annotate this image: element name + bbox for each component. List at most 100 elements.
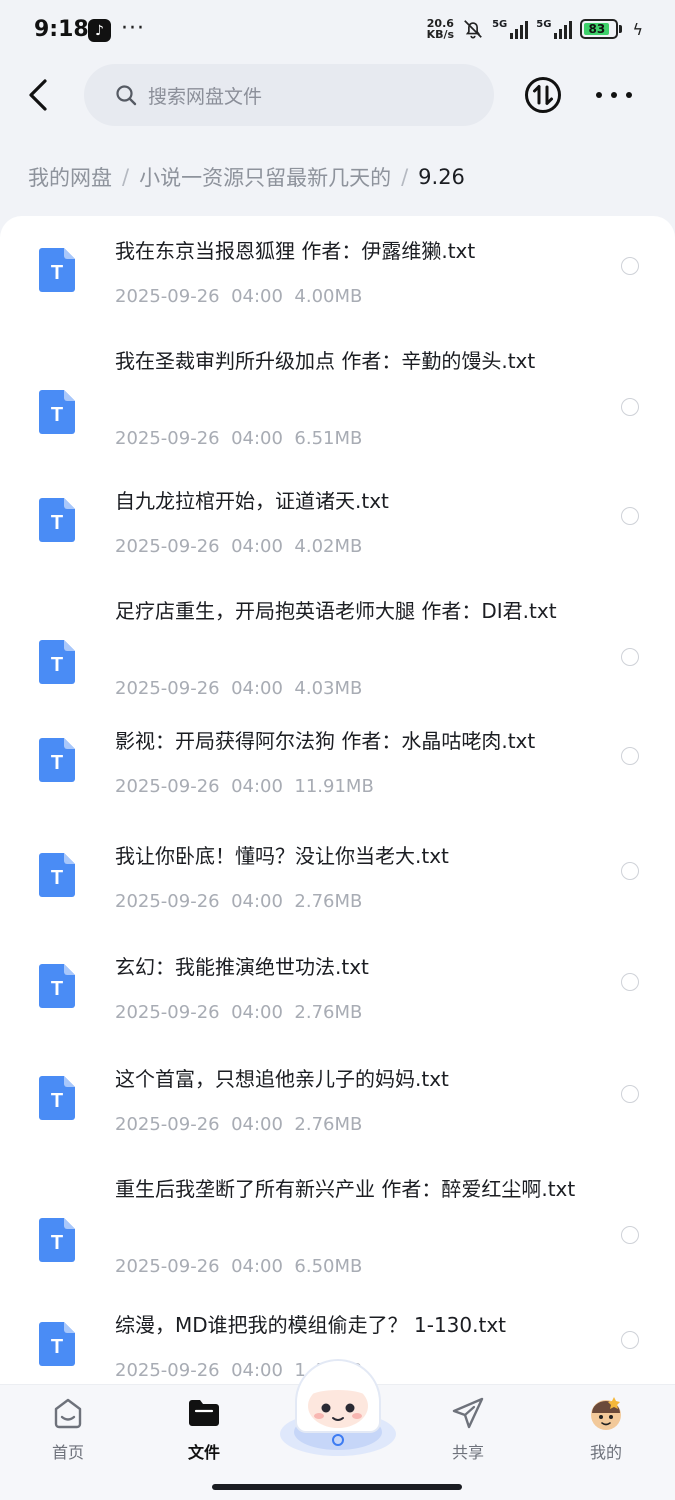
txt-file-icon: T [39, 738, 75, 782]
nav-share[interactable]: 共享 [428, 1393, 508, 1463]
ai-assistant-mascot-button[interactable] [276, 1352, 400, 1458]
file-date: 2025-09-26 [115, 428, 220, 449]
signal-5g-icon: 5G [492, 19, 529, 39]
breadcrumb-root[interactable]: 我的网盘 [28, 162, 112, 192]
network-speed: 20.6 KB/s [427, 18, 454, 40]
txt-file-icon: T [39, 1076, 75, 1120]
file-select-checkbox[interactable] [621, 747, 639, 765]
file-size: 4.03MB [294, 678, 363, 699]
bell-off-icon [464, 20, 482, 39]
transfer-list-icon[interactable] [524, 76, 562, 114]
file-size: 6.50MB [294, 1256, 363, 1277]
user-avatar-icon [591, 1397, 621, 1430]
nav-files[interactable]: 文件 [164, 1393, 244, 1463]
file-row[interactable]: T 玄幻：我能推演绝世功法.txt 2025-09-26 04:00 2.76MB [0, 952, 675, 1052]
file-row[interactable]: T 这个首富，只想追他亲儿子的妈妈.txt 2025-09-26 04:00 2.7… [0, 1064, 675, 1164]
file-icon-letter: T [51, 654, 63, 676]
file-name: 综漫，MD谁把我的模组偷走了？ 1-130.txt [115, 1313, 507, 1337]
file-date: 2025-09-26 [115, 1114, 220, 1135]
nav-share-label: 共享 [451, 1443, 484, 1462]
file-select-checkbox[interactable] [621, 1226, 639, 1244]
file-time: 04:00 [231, 891, 283, 912]
file-size: 4.00MB [294, 286, 363, 307]
txt-file-icon: T [39, 498, 75, 542]
file-meta: 2025-09-26 04:00 4.02MB [115, 536, 362, 557]
folder-icon [189, 1400, 219, 1426]
nav-files-label: 文件 [187, 1443, 220, 1462]
file-select-checkbox[interactable] [621, 507, 639, 525]
breadcrumb-current: 9.26 [418, 165, 465, 189]
file-date: 2025-09-26 [115, 286, 220, 307]
file-select-checkbox[interactable] [621, 398, 639, 416]
more-options-button[interactable] [596, 86, 632, 104]
file-select-checkbox[interactable] [621, 973, 639, 991]
file-time: 04:00 [231, 536, 283, 557]
file-icon-letter: T [51, 404, 63, 426]
file-meta: 2025-09-26 04:00 4.03MB [115, 678, 362, 699]
file-name: 这个首富，只想追他亲儿子的妈妈.txt [115, 1067, 449, 1091]
file-name: 重生后我垄断了所有新兴产业 作者：醉爱红尘啊.txt [115, 1177, 576, 1201]
home-indicator[interactable] [212, 1484, 462, 1490]
status-time: 9:18 [34, 17, 89, 42]
txt-file-icon: T [39, 640, 75, 684]
file-select-checkbox[interactable] [621, 862, 639, 880]
dot [611, 92, 617, 98]
file-meta: 2025-09-26 04:00 11.91MB [115, 776, 374, 797]
file-row[interactable]: T 自九龙拉棺开始，证道诸天.txt 2025-09-26 04:00 4.02MB [0, 486, 675, 586]
txt-file-icon: T [39, 964, 75, 1008]
file-name: 我在东京当报恩狐狸 作者：伊露维獭.txt [115, 239, 476, 263]
send-icon [452, 1397, 484, 1429]
back-button[interactable] [18, 72, 58, 118]
file-icon-letter: T [51, 1090, 63, 1112]
file-name: 影视：开局获得阿尔法狗 作者：水晶咕咾肉.txt [115, 729, 536, 753]
file-name: 我在圣裁审判所升级加点 作者：辛勤的馒头.txt [115, 349, 536, 373]
signal-label: 5G [492, 19, 508, 30]
file-date: 2025-09-26 [115, 776, 220, 797]
file-meta: 2025-09-26 04:00 4.00MB [115, 286, 362, 307]
file-select-checkbox[interactable] [621, 648, 639, 666]
txt-file-icon: T [39, 1322, 75, 1366]
txt-file-icon: T [39, 390, 75, 434]
file-row[interactable]: T 我在圣裁审判所升级加点 作者：辛勤的馒头.txt 2025-09-26 04:0… [0, 346, 675, 476]
txt-file-icon: T [39, 853, 75, 897]
file-meta: 2025-09-26 04:00 6.51MB [115, 428, 362, 449]
file-time: 04:00 [231, 1114, 283, 1135]
file-row[interactable]: T 我让你卧底！懂吗？没让你当老大.txt 2025-09-26 04:00 2.7… [0, 841, 675, 941]
file-select-checkbox[interactable] [621, 1085, 639, 1103]
tiktok-notification-icon: ♪ [88, 19, 111, 42]
file-date: 2025-09-26 [115, 536, 220, 557]
file-name: 我让你卧底！懂吗？没让你当老大.txt [115, 844, 449, 868]
file-icon-letter: T [51, 752, 63, 774]
file-size: 6.51MB [294, 428, 363, 449]
search-input[interactable]: 搜索网盘文件 [84, 64, 494, 126]
file-meta: 2025-09-26 04:00 2.76MB [115, 891, 362, 912]
file-icon-letter: T [51, 1232, 63, 1254]
signal-5g-icon: 5G [536, 19, 573, 39]
file-icon-letter: T [51, 867, 63, 889]
file-select-checkbox[interactable] [621, 257, 639, 275]
breadcrumb-separator: / [122, 165, 130, 189]
network-speed-unit: KB/s [426, 28, 455, 41]
file-row[interactable]: T 我在东京当报恩狐狸 作者：伊露维獭.txt 2025-09-26 04:00 4… [0, 236, 675, 336]
file-row[interactable]: T 足疗店重生，开局抱英语老师大腿 作者：DI君.txt 2025-09-26 04… [0, 596, 675, 726]
file-meta: 2025-09-26 04:00 2.76MB [115, 1002, 362, 1023]
file-icon-letter: T [51, 262, 63, 284]
nav-mine[interactable]: 我的 [566, 1393, 646, 1463]
nav-home[interactable]: 首页 [28, 1393, 108, 1463]
battery-icon: 83 [580, 19, 623, 39]
charging-icon: ϟ [632, 19, 643, 39]
dot [626, 92, 632, 98]
file-row[interactable]: T 重生后我垄断了所有新兴产业 作者：醉爱红尘啊.txt 2025-09-26 04… [0, 1174, 675, 1304]
file-time: 04:00 [231, 428, 283, 449]
more-notifications-icon: ··· [121, 16, 145, 41]
file-meta: 2025-09-26 04:00 6.50MB [115, 1256, 362, 1277]
breadcrumb-folder[interactable]: 小说一资源只留最新几天的 [139, 162, 391, 192]
file-time: 04:00 [231, 1256, 283, 1277]
nav-home-label: 首页 [51, 1443, 84, 1462]
chevron-left-icon [29, 79, 47, 111]
file-row[interactable]: T 影视：开局获得阿尔法狗 作者：水晶咕咾肉.txt 2025-09-26 04:0… [0, 726, 675, 826]
file-select-checkbox[interactable] [621, 1331, 639, 1349]
file-list: T 我在东京当报恩狐狸 作者：伊露维獭.txt 2025-09-26 04:00 4… [0, 216, 675, 1384]
file-date: 2025-09-26 [115, 678, 220, 699]
file-size: 4.02MB [294, 536, 363, 557]
